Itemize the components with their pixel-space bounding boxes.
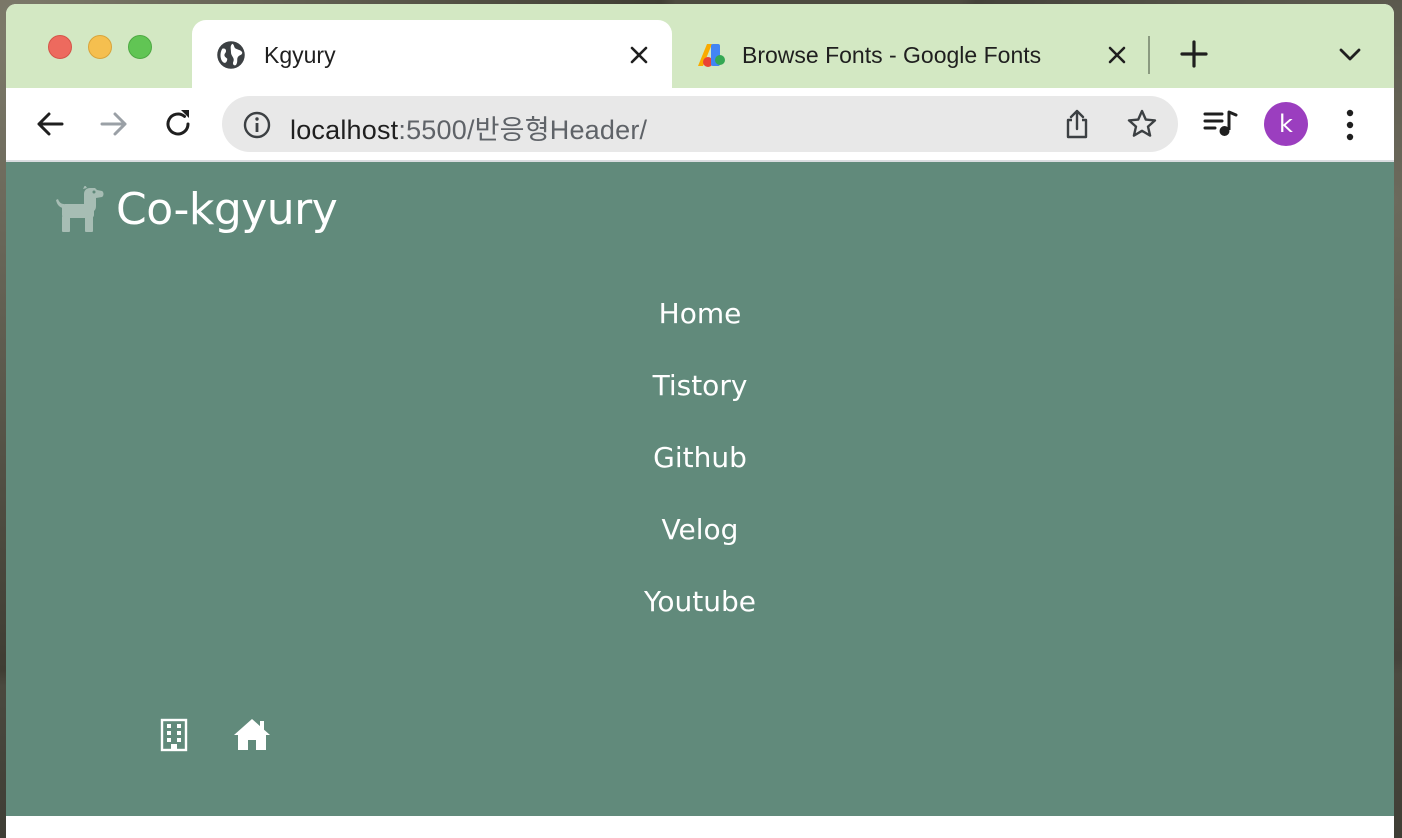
page-bottom: [6, 816, 1394, 838]
minimize-window-button[interactable]: [88, 35, 112, 59]
nav-link-home[interactable]: Home: [659, 290, 742, 338]
bookmark-star-icon[interactable]: [1126, 108, 1158, 140]
nav-link-velog[interactable]: Velog: [662, 506, 739, 554]
tab-kgyury[interactable]: Kgyury: [192, 20, 672, 88]
nav-item-tistory: Tistory: [6, 362, 1394, 434]
page-header: Co-kgyury Home Tistory Github Velog Yout…: [6, 162, 1394, 816]
close-tab-icon[interactable]: [1106, 44, 1128, 66]
share-icon[interactable]: [1062, 108, 1092, 140]
media-control-icon[interactable]: [1202, 108, 1238, 140]
tab-title: Browse Fonts - Google Fonts: [742, 42, 1042, 68]
url-host: localhost: [290, 115, 399, 145]
tab-google-fonts[interactable]: Browse Fonts - Google Fonts: [678, 20, 1148, 88]
nav-item-home: Home: [6, 290, 1394, 362]
nav-link-tistory[interactable]: Tistory: [653, 362, 748, 410]
url-text[interactable]: localhost:5500/반응형Header/: [290, 108, 647, 147]
url-path: :5500/반응형Header/: [398, 115, 648, 145]
new-tab-icon[interactable]: [1178, 38, 1210, 70]
site-logo[interactable]: Co-kgyury: [54, 184, 338, 235]
reload-icon[interactable]: [160, 106, 196, 142]
site-title: Co-kgyury: [116, 184, 338, 235]
close-window-button[interactable]: [48, 35, 72, 59]
tab-separator: [1148, 36, 1150, 74]
tab-strip: Kgyury Browse Fonts - Google Fonts: [6, 4, 1394, 88]
close-tab-icon[interactable]: [628, 44, 650, 66]
info-icon[interactable]: [242, 110, 272, 140]
nav-link-youtube[interactable]: Youtube: [644, 578, 756, 626]
address-bar[interactable]: localhost:5500/반응형Header/: [222, 96, 1178, 152]
nav-item-youtube: Youtube: [6, 578, 1394, 650]
browser-toolbar: localhost:5500/반응형Header/ k: [6, 88, 1394, 162]
more-menu-icon[interactable]: [1336, 108, 1364, 142]
home-icon[interactable]: [232, 714, 272, 754]
google-fonts-icon: [698, 44, 725, 67]
dog-icon: [56, 185, 104, 232]
forward-arrow-icon[interactable]: [96, 106, 132, 142]
back-arrow-icon[interactable]: [32, 106, 68, 142]
tab-title: Kgyury: [264, 42, 336, 68]
maximize-window-button[interactable]: [128, 35, 152, 59]
building-icon[interactable]: [154, 714, 194, 754]
globe-icon: [217, 41, 245, 69]
chevron-down-icon[interactable]: [1336, 42, 1364, 66]
browser-window: Kgyury Browse Fonts - Google Fonts local…: [6, 4, 1394, 838]
nav-link-github[interactable]: Github: [653, 434, 747, 482]
main-nav: Home Tistory Github Velog Youtube: [6, 290, 1394, 650]
profile-avatar[interactable]: k: [1264, 102, 1308, 146]
nav-item-velog: Velog: [6, 506, 1394, 578]
nav-item-github: Github: [6, 434, 1394, 506]
